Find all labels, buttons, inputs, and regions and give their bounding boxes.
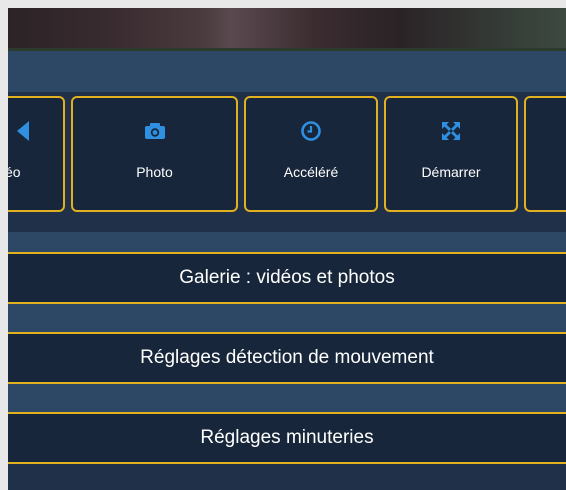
video-mode-label: éo	[8, 164, 21, 180]
camera-preview	[8, 8, 566, 51]
timer-settings-label: Réglages minuteries	[200, 427, 374, 448]
photo-mode-label: Photo	[136, 164, 173, 180]
motion-detection-settings-label: Réglages détection de mouvement	[140, 347, 434, 368]
start-button[interactable]: Démarrer	[384, 96, 518, 212]
spacer	[8, 232, 566, 252]
timer-settings-button[interactable]: Réglages minuteries	[8, 412, 566, 464]
bottom-band	[8, 464, 566, 490]
video-mode-button[interactable]: éo	[8, 96, 65, 212]
video-icon	[12, 120, 32, 142]
top-band	[8, 51, 566, 92]
photo-mode-button[interactable]: Photo	[71, 96, 238, 212]
spacer	[8, 304, 566, 332]
timelapse-mode-label: Accéléré	[283, 164, 339, 180]
timelapse-mode-button[interactable]: Accéléré	[244, 96, 378, 212]
camera-icon	[73, 120, 236, 142]
clock-icon	[246, 120, 376, 142]
gallery-button-label: Galerie : vidéos et photos	[179, 267, 395, 288]
gallery-button[interactable]: Galerie : vidéos et photos	[8, 252, 566, 304]
start-label: Démarrer	[421, 164, 481, 180]
app-frame: éo Photo Accéléré Démarrer Galerie: vid…	[8, 8, 566, 490]
motion-detection-settings-button[interactable]: Réglages détection de mouvement	[8, 332, 566, 384]
partial-mode-button[interactable]	[524, 96, 566, 212]
spacer	[8, 384, 566, 412]
expand-arrows-icon	[386, 120, 516, 142]
